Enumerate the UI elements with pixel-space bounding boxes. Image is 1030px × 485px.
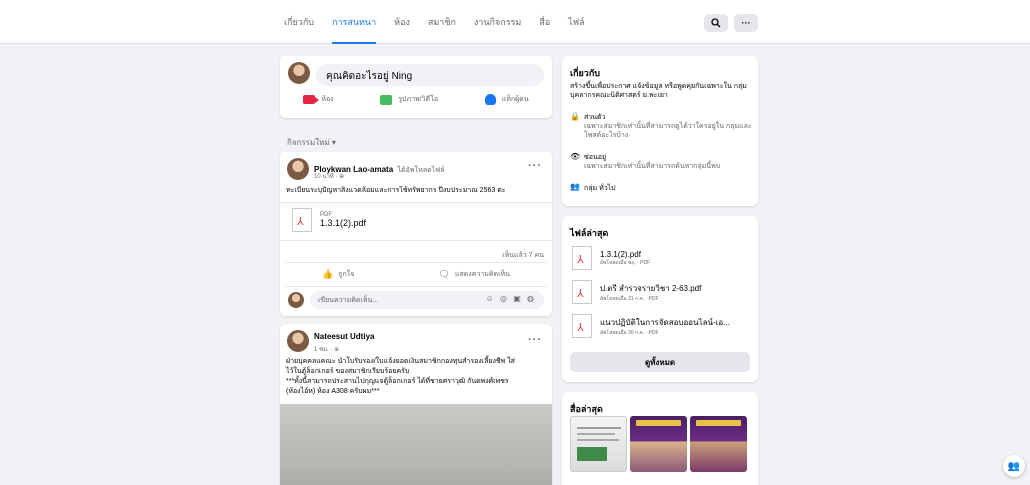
video-room-icon xyxy=(303,95,320,104)
tab-members[interactable]: สมาชิก xyxy=(428,0,456,44)
recent-media-card: สื่อล่าสุด xyxy=(562,392,758,485)
pdf-icon xyxy=(572,280,592,304)
feed-sort-dropdown[interactable]: กิจกรรมใหม่ ▾ xyxy=(287,136,336,149)
about-title: เกี่ยวกับ xyxy=(570,68,601,78)
media-title: สื่อล่าสุด xyxy=(570,404,603,414)
file-name: แนวปฏิบัติในการจัดสอบออนไลน์-เอ... xyxy=(600,317,730,327)
tab-events[interactable]: งานกิจกรรม xyxy=(474,0,521,44)
post-options-icon[interactable]: ··· xyxy=(528,160,542,172)
comment-icon: 🗨 xyxy=(438,268,450,279)
author-name[interactable]: Nateesut Udtiya xyxy=(314,332,374,341)
photo-label: รูปภาพ/วิดีโอ xyxy=(398,96,439,103)
comment-tools-icons[interactable]: ☺ ◎ ▣ ◍ xyxy=(486,294,536,303)
room-button[interactable]: ห้อง xyxy=(303,94,334,105)
avatar xyxy=(287,330,309,352)
comment-button[interactable]: 🗨 แสดงความคิดเห็น xyxy=(439,269,510,280)
search-icon xyxy=(711,18,721,28)
people-icon: 👥 xyxy=(1007,460,1021,472)
post-text: ทะเบียนระบุปัญหาสิ่งแวดล้อมและการใช้ทรัพ… xyxy=(286,187,506,194)
post-composer: คุณคิดอะไรอยู่ Ning ห้อง รูปภาพ/วิดีโอ แ… xyxy=(280,56,552,118)
photo-icon xyxy=(380,94,393,105)
about-card: เกี่ยวกับ สร้างขึ้นเพื่อประกาศ แจ้งข้อมู… xyxy=(562,56,758,206)
post-text: ฝ่ายบุคคลแคณะ นำใบรับรอง/ใบแจ้งยอดเงินสม… xyxy=(286,357,550,397)
pdf-icon xyxy=(572,314,592,338)
tag-people-button[interactable]: แท็กผู้คน xyxy=(484,94,529,105)
file-item[interactable]: ป.ตรี สำรวจรายวิชา 2-63.pdf อัพโหลดเมื่อ… xyxy=(572,280,701,304)
comment-input[interactable]: เขียนความคิดเห็น... ☺ ◎ ▣ ◍ xyxy=(310,291,544,309)
avatar xyxy=(288,292,304,308)
tab-files[interactable]: ไฟล์ xyxy=(568,0,584,44)
post-photo[interactable] xyxy=(280,404,552,485)
like-button[interactable]: 👍 ถูกใจ xyxy=(322,269,354,280)
post-text-line: (ห้องไอ้ห) ห้อง A308 ครับผม*** xyxy=(286,388,380,395)
post-time[interactable]: 10 นาที · ⊕ xyxy=(314,171,344,181)
tab-discussion[interactable]: การสนทนา xyxy=(332,0,377,44)
pdf-icon xyxy=(292,208,312,232)
file-name: ป.ตรี สำรวจรายวิชา 2-63.pdf xyxy=(600,283,702,293)
file-meta: อัพโหลดเมื่อ พฤ. · PDF xyxy=(600,259,651,266)
like-icon: 👍 xyxy=(322,268,334,279)
search-button[interactable] xyxy=(704,14,728,32)
privacy-description: เฉพาะสมาชิกเท่านั้นที่สามารถดูได้ว่าใครอ… xyxy=(584,123,752,139)
post-card: Ploykwan Lao-amata ได้อัพโหลดไฟล์ 10 นาท… xyxy=(280,152,552,316)
post-actions: 👍 ถูกใจ 🗨 แสดงความคิดเห็น xyxy=(280,264,552,284)
composer-actions: ห้อง รูปภาพ/วิดีโอ แท็กผู้คน xyxy=(280,94,552,105)
comment-label: แสดงความคิดเห็น xyxy=(454,270,510,278)
avatar xyxy=(288,62,310,84)
eye-icon: 👁 xyxy=(570,152,581,161)
see-all-files-button[interactable]: ดูทั้งหมด xyxy=(570,352,750,372)
media-thumbnail[interactable] xyxy=(630,416,687,472)
file-item[interactable]: 1.3.1(2).pdf อัพโหลดเมื่อ พฤ. · PDF xyxy=(572,246,650,270)
tab-media[interactable]: สื่อ xyxy=(539,0,550,44)
post-options-icon[interactable]: ··· xyxy=(528,334,542,346)
comment-placeholder: เขียนความคิดเห็น... xyxy=(318,297,379,304)
file-meta: อัพโหลดเมื่อ 31 ก.ค. · PDF xyxy=(600,295,659,302)
media-thumbnail[interactable] xyxy=(570,416,627,472)
post-text-line: ***ทั้งนี้สามารถประสานไปกุญแจตู้ล็อกเกอร… xyxy=(286,378,509,385)
files-title: ไฟล์ล่าสุด xyxy=(570,228,609,238)
composer-input[interactable]: คุณคิดอะไรอยู่ Ning xyxy=(316,64,544,86)
seen-count[interactable]: เห็นแล้ว 7 คน xyxy=(502,250,544,261)
group-tabs: เกี่ยวกับ การสนทนา ห้อง สมาชิก งานกิจกรร… xyxy=(284,0,585,44)
media-thumbnail[interactable] xyxy=(690,416,747,472)
visibility-description: เฉพาะสมาชิกเท่านั้นที่สามารถค้นหากลุ่มนี… xyxy=(584,163,721,170)
file-attachment[interactable]: PDF 1.3.1(2).pdf xyxy=(292,208,366,232)
post-card: Nateesut Udtiya 1 ชม. · ⊕ ··· ฝ่ายบุคคลแ… xyxy=(280,324,552,485)
file-name: 1.3.1(2).pdf xyxy=(600,249,641,259)
group-icon: 👥 xyxy=(570,182,580,191)
file-item[interactable]: แนวปฏิบัติในการจัดสอบออนไลน์-เอ... อัพโห… xyxy=(572,314,730,338)
post-text-line: ฝ่ายบุคคลแคณะ นำใบรับรอง/ใบแจ้งยอดเงินสม… xyxy=(286,358,515,365)
tag-people-icon xyxy=(484,94,496,105)
room-label: ห้อง xyxy=(321,96,334,103)
recent-files-card: ไฟล์ล่าสุด 1.3.1(2).pdf อัพโหลดเมื่อ พฤ.… xyxy=(562,216,758,382)
tab-about[interactable]: เกี่ยวกับ xyxy=(284,0,314,44)
more-button[interactable]: ··· xyxy=(734,14,758,32)
people-fab-button[interactable]: 👥 xyxy=(1003,455,1025,477)
lock-icon: 🔒 xyxy=(570,112,580,121)
file-meta: อัพโหลดเมื่อ 30 ก.ค. · PDF xyxy=(600,329,659,336)
group-nav-bar: เกี่ยวกับ การสนทนา ห้อง สมาชิก งานกิจกรร… xyxy=(0,0,1030,44)
more-icon: ··· xyxy=(741,18,751,28)
about-description: สร้างขึ้นเพื่อประกาศ แจ้งข้อมูล หรือพูดค… xyxy=(570,83,747,99)
pdf-icon xyxy=(572,246,592,270)
post-text-line: ไว้ในตู้ล็อกเกอร์ ของสมาชิกเรียบร้อยครับ xyxy=(286,368,410,375)
post-time[interactable]: 1 ชม. · ⊕ xyxy=(314,344,339,354)
photo-video-button[interactable]: รูปภาพ/วิดีโอ xyxy=(380,94,438,105)
post-action: ได้อัพโหลดไฟล์ xyxy=(397,167,445,174)
tag-label: แท็กผู้คน xyxy=(501,96,529,103)
tab-rooms[interactable]: ห้อง xyxy=(394,0,410,44)
group-type: กลุ่ม ทั่วไป xyxy=(584,185,616,192)
avatar xyxy=(287,158,309,180)
file-name: 1.3.1(2).pdf xyxy=(320,218,367,228)
like-label: ถูกใจ xyxy=(338,270,355,278)
